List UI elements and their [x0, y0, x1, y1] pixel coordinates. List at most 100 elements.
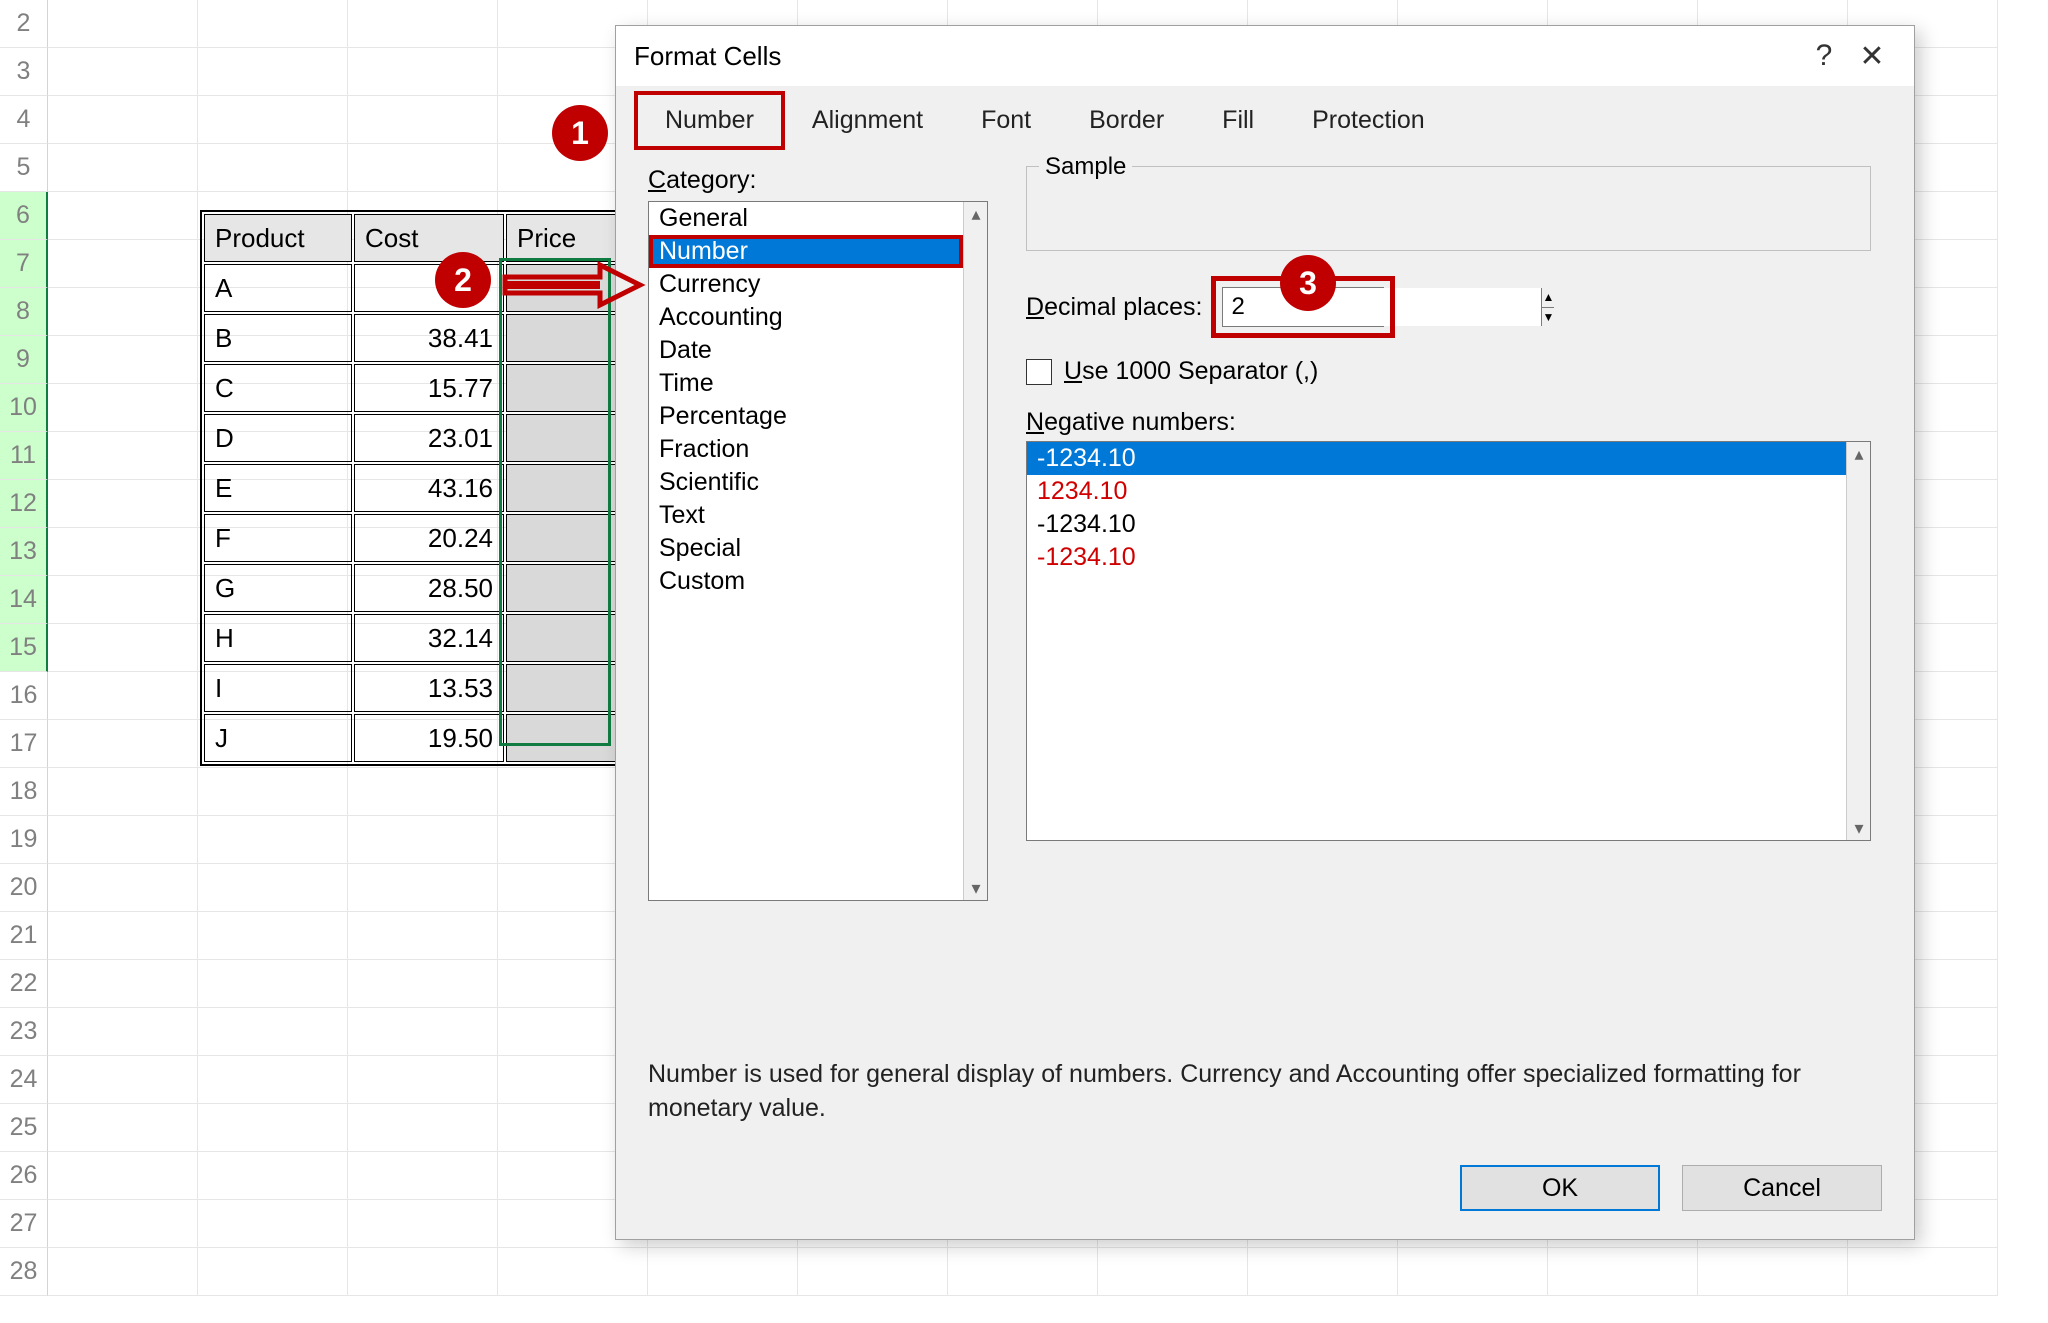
use-separator-row[interactable]: Use 1000 Separator (,) [1026, 357, 1871, 386]
cell[interactable] [48, 192, 198, 240]
tab-number[interactable]: Number [636, 93, 783, 148]
negative-format-item[interactable]: 1234.10 [1027, 475, 1846, 508]
row-header[interactable]: 13 [0, 528, 48, 576]
row-header[interactable]: 6 [0, 192, 48, 240]
cell[interactable] [798, 1248, 948, 1296]
cell[interactable] [198, 48, 348, 96]
cell-product[interactable]: A [204, 264, 352, 312]
cell[interactable] [48, 1200, 198, 1248]
cell[interactable] [1098, 1248, 1248, 1296]
cell-price[interactable] [506, 564, 616, 612]
row-header[interactable]: 8 [0, 288, 48, 336]
cell[interactable] [48, 48, 198, 96]
cell[interactable] [48, 1008, 198, 1056]
cell-price[interactable] [506, 364, 616, 412]
cell-cost[interactable]: 13.53 [354, 664, 504, 712]
cell[interactable] [198, 912, 348, 960]
cell[interactable] [48, 672, 198, 720]
cell-cost[interactable]: 20.24 [354, 514, 504, 562]
cell-product[interactable]: C [204, 364, 352, 412]
cell[interactable] [348, 960, 498, 1008]
cell-product[interactable]: F [204, 514, 352, 562]
cell[interactable] [48, 336, 198, 384]
help-button[interactable]: ? [1800, 32, 1848, 80]
cell[interactable] [198, 1056, 348, 1104]
cell[interactable] [198, 0, 348, 48]
cell[interactable] [348, 864, 498, 912]
cell-cost[interactable]: 43.16 [354, 464, 504, 512]
tab-alignment[interactable]: Alignment [783, 93, 952, 147]
cell-product[interactable]: G [204, 564, 352, 612]
cell[interactable] [348, 144, 498, 192]
cell[interactable] [198, 1248, 348, 1296]
header-product[interactable]: Product [204, 214, 352, 262]
ok-button[interactable]: OK [1460, 1165, 1660, 1211]
category-item[interactable]: Fraction [649, 433, 963, 466]
row-header[interactable]: 23 [0, 1008, 48, 1056]
row-header[interactable]: 14 [0, 576, 48, 624]
cell[interactable] [48, 1152, 198, 1200]
cell[interactable] [198, 816, 348, 864]
cell[interactable] [948, 1248, 1098, 1296]
category-item[interactable]: Custom [649, 565, 963, 598]
cell[interactable] [348, 1152, 498, 1200]
cell[interactable] [1848, 1248, 1998, 1296]
tab-border[interactable]: Border [1060, 93, 1193, 147]
header-price[interactable]: Price [506, 214, 616, 262]
cell[interactable] [348, 816, 498, 864]
cell[interactable] [48, 1056, 198, 1104]
cell-product[interactable]: J [204, 714, 352, 762]
cell-product[interactable]: E [204, 464, 352, 512]
cell[interactable] [198, 1008, 348, 1056]
row-header[interactable]: 15 [0, 624, 48, 672]
cell[interactable] [48, 288, 198, 336]
cell[interactable] [48, 912, 198, 960]
cell[interactable] [348, 1248, 498, 1296]
cell[interactable] [48, 480, 198, 528]
cell[interactable] [498, 1248, 648, 1296]
scroll-up-icon[interactable]: ▴ [964, 202, 988, 226]
cell[interactable] [348, 1104, 498, 1152]
row-header[interactable]: 3 [0, 48, 48, 96]
cell[interactable] [348, 48, 498, 96]
cell[interactable] [348, 96, 498, 144]
header-cost[interactable]: Cost [354, 214, 504, 262]
category-item[interactable]: General [649, 202, 963, 235]
cell-product[interactable]: B [204, 314, 352, 362]
category-item[interactable]: Percentage [649, 400, 963, 433]
cell[interactable] [48, 768, 198, 816]
cell[interactable] [198, 1200, 348, 1248]
category-item[interactable]: Text [649, 499, 963, 532]
row-header[interactable]: 11 [0, 432, 48, 480]
cell[interactable] [48, 0, 198, 48]
category-item[interactable]: Time [649, 367, 963, 400]
cell[interactable] [198, 96, 348, 144]
category-list[interactable]: GeneralNumberCurrencyAccountingDateTimeP… [649, 202, 963, 900]
row-header[interactable]: 18 [0, 768, 48, 816]
spinner-buttons[interactable]: ▲ ▼ [1541, 288, 1554, 326]
cell[interactable] [48, 816, 198, 864]
tab-fill[interactable]: Fill [1193, 93, 1283, 147]
cell[interactable] [1248, 1248, 1398, 1296]
cell-cost[interactable]: 32.14 [354, 614, 504, 662]
row-header[interactable]: 16 [0, 672, 48, 720]
row-header[interactable]: 5 [0, 144, 48, 192]
cell[interactable] [198, 144, 348, 192]
scroll-down-icon[interactable]: ▾ [1847, 816, 1871, 840]
cell[interactable] [48, 1104, 198, 1152]
row-header[interactable]: 21 [0, 912, 48, 960]
cell-price[interactable] [506, 464, 616, 512]
row-header[interactable]: 4 [0, 96, 48, 144]
row-header[interactable]: 27 [0, 1200, 48, 1248]
cell[interactable] [348, 912, 498, 960]
cell[interactable] [198, 1152, 348, 1200]
cell[interactable] [348, 1056, 498, 1104]
cell[interactable] [48, 96, 198, 144]
cell[interactable] [648, 1248, 798, 1296]
cell[interactable] [48, 624, 198, 672]
cell[interactable] [48, 528, 198, 576]
category-item[interactable]: Number [649, 235, 963, 268]
category-item[interactable]: Special [649, 532, 963, 565]
cell-price[interactable] [506, 714, 616, 762]
cell[interactable] [348, 768, 498, 816]
